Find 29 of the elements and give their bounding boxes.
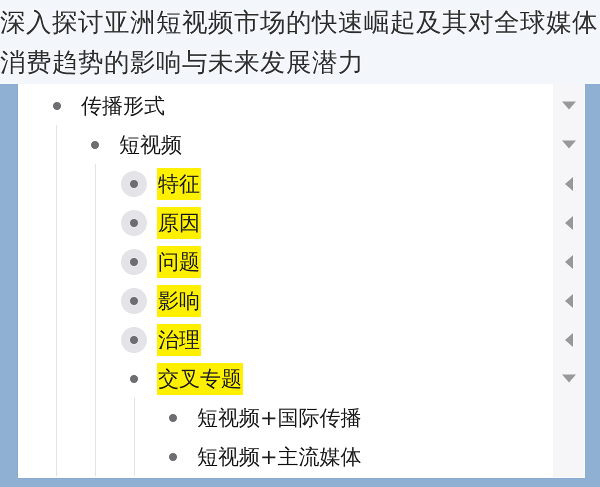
- collapsed-bullet-icon[interactable]: [121, 210, 147, 236]
- bullet-icon[interactable]: [91, 140, 99, 148]
- outline-item: 短视频: [118, 132, 183, 158]
- outline-item: 治理: [157, 324, 201, 356]
- expand-caret-icon[interactable]: [565, 254, 573, 268]
- bullet-icon[interactable]: [53, 102, 61, 110]
- collapsed-bullet-icon[interactable]: [121, 170, 147, 196]
- outline-item: 传播形式: [80, 92, 166, 120]
- bullet-icon[interactable]: [169, 414, 177, 422]
- expand-caret-icon[interactable]: [565, 294, 573, 308]
- collapsed-bullet-icon[interactable]: [121, 326, 147, 352]
- collapsed-bullet-icon[interactable]: [121, 248, 147, 274]
- outline-item: 短视频+主流媒体: [196, 444, 363, 470]
- expand-caret-icon[interactable]: [565, 216, 573, 230]
- collapse-caret-icon[interactable]: [562, 101, 576, 110]
- outline-item: 影响: [157, 284, 201, 316]
- bullet-icon[interactable]: [169, 452, 177, 460]
- outline-item: 原因: [157, 206, 201, 238]
- outline-item: 问题: [157, 246, 201, 278]
- expand-caret-icon[interactable]: [565, 332, 573, 346]
- outline-item: 短视频+国际传播: [196, 404, 363, 432]
- headline: 深入探讨亚洲短视频市场的快速崛起及其对全球媒体消费趋势的影响与未来发展潜力: [0, 0, 600, 84]
- collapse-caret-icon[interactable]: [562, 140, 576, 149]
- expand-caret-icon[interactable]: [565, 176, 573, 190]
- outline-item: 特征: [157, 168, 201, 200]
- outline-item: 交叉专题: [157, 362, 243, 394]
- bullet-icon[interactable]: [130, 374, 138, 382]
- collapse-caret-icon[interactable]: [562, 374, 576, 383]
- collapsed-bullet-icon[interactable]: [121, 288, 147, 314]
